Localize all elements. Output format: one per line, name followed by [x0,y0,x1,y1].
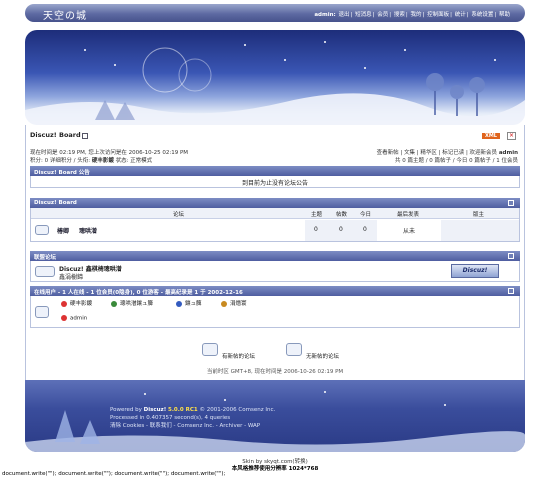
legend-supermod-label: 璁哄潧鑲ュ簲 [120,301,154,307]
board-stats: 共 0 篇主题 / 0 篇帖子 / 今日 0 篇帖子 / 1 位会员 [394,158,518,164]
link-forum-desc: 鑫涓樹鍗 [59,274,84,281]
script-output: document.write(""); document.write(""); … [2,471,226,477]
forum-posts: 0 [339,226,343,233]
nav-logout[interactable]: 退出 [338,12,349,18]
forum-section: Discuz! Board 论坛 主题 帖数 今日 最后发表 版主 椿卿 璁哄潧… [30,198,520,242]
powered-by-label: Powered by [110,407,142,413]
collapse-toggle[interactable] [508,288,514,294]
legend-supermod: 璁哄潧鑲ュ簲 [111,299,153,307]
processed-info: Processed in 0.407357 second(s), 4 queri… [110,415,231,421]
moderator-user-icon [176,300,182,307]
supermod-user-icon [111,300,117,307]
new-posts-label: 有新帖的论坛 [222,354,256,360]
forum-today: 0 [363,226,367,233]
nav-help[interactable]: 帮助 [499,12,510,18]
announcement-body: 到目前为止没有论坛公告 [30,176,520,188]
copyright-block: Powered by Discuz! 5.0.0 RC1 © 2001-2006… [110,406,275,430]
close-icon[interactable]: × [507,132,516,140]
col-topics: 主题 [311,212,323,218]
rights-label: © 2001-2006 Comsenz Inc. [199,407,276,413]
nav-search[interactable]: 搜索 [394,12,405,18]
col-forum: 论坛 [173,212,185,218]
announcement-text: 到目前为止没有论坛公告 [241,180,308,187]
new-posts-icon [202,343,218,356]
legend-admin: 硬丰影鍍 [61,299,92,307]
board-title[interactable]: Discuz! Board [30,131,81,139]
links-header: 联盟论坛 [30,251,520,261]
brand-link[interactable]: Discuz! [144,407,167,413]
link-forum-icon [35,266,55,277]
announcement-header: Discuz! Board 公告 [30,166,520,176]
forum-table-header: 论坛 主题 帖数 今日 最后发表 版主 [31,208,519,219]
online-body: 硬丰影鍍 璁哄潧鑲ュ簲 鑲ュ簲 涓熸寰 admin [30,296,520,328]
nav-my[interactable]: 我的 [410,12,421,18]
timezone-info: 当前时区 GMT+8, 现在时间是 2006-10-26 02:19 PM [206,369,344,375]
legend-member-label: 涓熸寰 [230,301,247,307]
nav-system-settings[interactable]: 系统设置 [471,12,493,18]
nav-messages[interactable]: 短消息 [355,12,372,18]
quick-links: 查看新帖 | 文集 | 精华区 | 标记已读 | 欢迎新会员 admin 共 0… [377,148,518,164]
top-nav-links: admin: 退出| 短消息| 会员| 搜索| 我的| 控制面板| 统计| 系统… [314,12,510,18]
site-logo[interactable]: 天空の城 [43,7,87,22]
online-header: 在线用户 - 1 人在线 - 1 位会员(0隐身), 0 位游客 - 最高纪录是… [30,286,520,296]
online-user-entry: admin [61,315,87,322]
nav-members[interactable]: 会员 [377,12,388,18]
forum-name[interactable]: 椿卿 [57,226,69,235]
collapse-toggle[interactable] [508,200,514,206]
forum-header: Discuz! Board [30,198,520,208]
forum-category-title[interactable]: Discuz! Board [34,200,77,206]
nav-control-panel[interactable]: 控制面板 [427,12,449,18]
online-users-icon [35,306,49,318]
forum-legend: 有新帖的论坛 无新帖的论坛 [200,343,360,363]
online-username[interactable]: admin [70,316,87,322]
footer-banner: Powered by Discuz! 5.0.0 RC1 © 2001-2006… [25,380,525,452]
admin-user-icon [61,315,67,321]
forum-topics: 0 [314,226,318,233]
col-posts: 帖数 [336,212,348,218]
user-info: 现在时间是 02:19 PM, 您上次访问是在 2006-10-25 02:19… [30,148,520,164]
banner-artwork [25,41,525,125]
links-body: Discuz! 鑫棋椅璁哄潧 鑫涓樹鍗 Discuz! [30,261,520,282]
col-today: 今日 [360,212,372,218]
member-user-icon [221,300,227,307]
online-section: 在线用户 - 1 人在线 - 1 位会员(0隐身), 0 位游客 - 最高纪录是… [30,286,520,328]
forum-subname[interactable]: 璁哄潧 [79,226,97,235]
credits-label: 积分: 0 详细积分 / 头衔: [30,158,91,164]
legend-moderator: 鑲ュ簲 [176,299,202,307]
collapse-toggle[interactable] [508,253,514,259]
table-row: 椿卿 璁哄潧 0 0 0 从未 [31,220,519,241]
nav-stats[interactable]: 统计 [455,12,466,18]
board-title-row: Discuz! Board XML × [30,131,520,143]
header-banner [25,30,525,125]
col-last-post: 最后发表 [397,212,420,218]
forum-status-icon [35,225,49,235]
version-label: 5.0.0 RC1 [168,407,198,413]
legend-moderator-label: 鑲ュ簲 [185,301,202,307]
forum-last-post: 从未 [403,228,416,235]
no-new-posts-label: 无新帖的论坛 [306,354,340,360]
legend-admin-label: 硬丰影鍍 [70,301,93,307]
status-label: 状态: 正常模式 [115,158,153,164]
links-section: 联盟论坛 Discuz! 鑫棋椅璁哄潧 鑫涓樹鍗 Discuz! [30,251,520,282]
announcement-title: Discuz! Board 公告 [34,170,90,176]
footer-links[interactable]: 清除 Cookies - 联系我们 - Comsenz Inc. - Archi… [110,422,275,430]
xml-feed-badge[interactable]: XML [481,133,500,139]
moderator-cell [441,220,519,241]
no-new-posts-icon [286,343,302,356]
legend-member: 涓熸寰 [221,299,247,307]
board-icon [81,132,88,139]
admin-user-icon [61,300,67,307]
top-nav-bar: 天空の城 admin: 退出| 短消息| 会员| 搜索| 我的| 控制面板| 统… [25,4,525,22]
current-user-label[interactable]: admin: [314,12,335,18]
user-title: 硬丰影鍍 [91,158,114,164]
discuz-logo-link[interactable]: Discuz! [451,264,499,278]
announcement-section: Discuz! Board 公告 到目前为止没有论坛公告 [30,166,520,188]
forum-table: 论坛 主题 帖数 今日 最后发表 版主 椿卿 璁哄潧 0 0 0 从未 [30,208,520,242]
col-moderator: 版主 [473,212,485,218]
